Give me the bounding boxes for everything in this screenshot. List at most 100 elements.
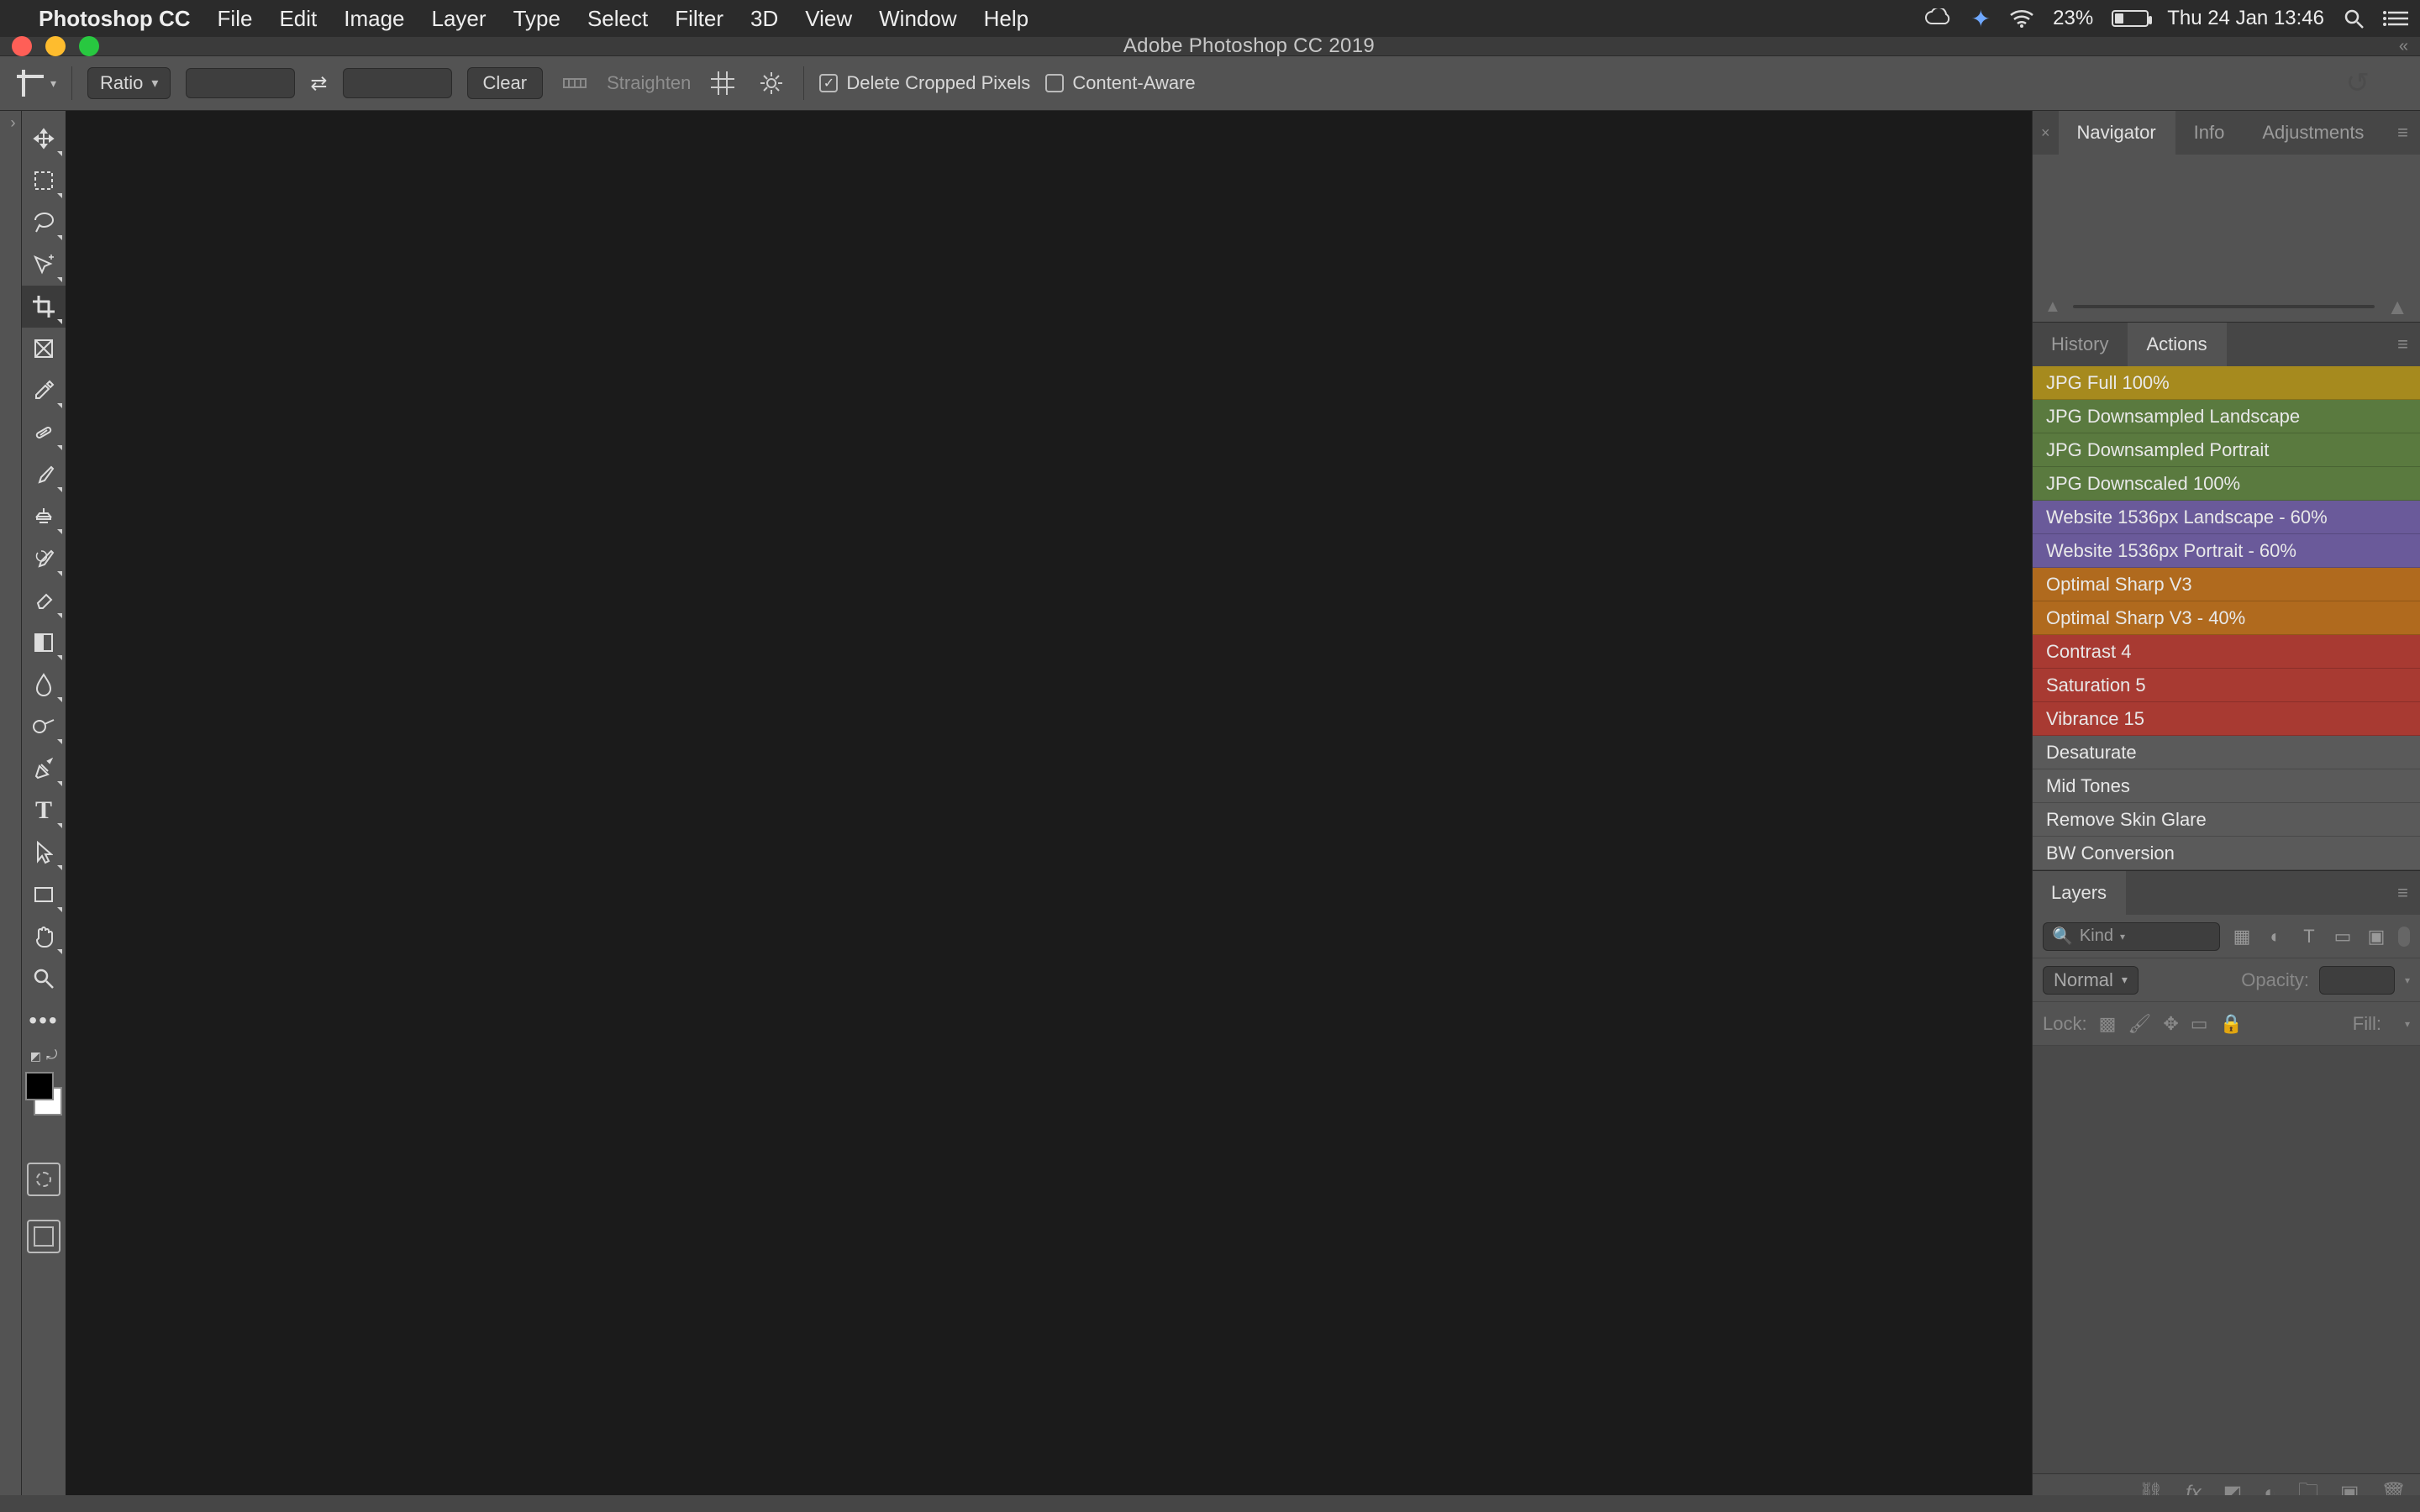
- aspect-ratio-dropdown[interactable]: Ratio ▾: [87, 67, 171, 99]
- layers-list-area[interactable]: [2033, 1046, 2420, 1473]
- action-item[interactable]: Contrast 4: [2033, 635, 2420, 669]
- hand-tool[interactable]: [22, 916, 66, 958]
- filter-type-icon[interactable]: T: [2297, 926, 2321, 948]
- action-item[interactable]: Optimal Sharp V3 - 40%: [2033, 601, 2420, 635]
- opacity-input[interactable]: [2319, 966, 2395, 995]
- navigator-preview[interactable]: [2033, 155, 2420, 291]
- action-item[interactable]: BW Conversion: [2033, 837, 2420, 870]
- type-tool[interactable]: T: [22, 790, 66, 832]
- action-item[interactable]: JPG Downsampled Portrait: [2033, 433, 2420, 467]
- filter-smart-icon[interactable]: ▣: [2365, 926, 2388, 948]
- menu-window[interactable]: Window: [879, 6, 956, 32]
- menu-file[interactable]: File: [218, 6, 253, 32]
- dodge-tool[interactable]: [22, 706, 66, 748]
- action-item[interactable]: Vibrance 15: [2033, 702, 2420, 736]
- quick-select-tool[interactable]: [22, 244, 66, 286]
- tab-info[interactable]: Info: [2175, 111, 2244, 155]
- butterfly-icon[interactable]: ✦: [1971, 5, 1991, 33]
- action-item[interactable]: JPG Full 100%: [2033, 366, 2420, 400]
- panel-close-icon[interactable]: ×: [2033, 111, 2059, 155]
- brush-tool[interactable]: [22, 454, 66, 496]
- collapse-panels-icon[interactable]: «: [2399, 37, 2408, 56]
- filter-toggle-icon[interactable]: [2398, 927, 2410, 947]
- filter-pixel-icon[interactable]: ▦: [2230, 926, 2254, 948]
- menu-type[interactable]: Type: [513, 6, 560, 32]
- swap-colors-icon[interactable]: ⤾: [46, 1048, 57, 1063]
- actions-list[interactable]: JPG Full 100%JPG Downsampled LandscapeJP…: [2033, 366, 2420, 871]
- action-item[interactable]: Website 1536px Portrait - 60%: [2033, 534, 2420, 568]
- menu-select[interactable]: Select: [587, 6, 648, 32]
- tab-actions[interactable]: Actions: [2128, 323, 2226, 366]
- action-item[interactable]: Mid Tones: [2033, 769, 2420, 803]
- menubar-datetime[interactable]: Thu 24 Jan 13:46: [2167, 7, 2324, 30]
- action-item[interactable]: Website 1536px Landscape - 60%: [2033, 501, 2420, 534]
- spotlight-icon[interactable]: [2343, 8, 2365, 29]
- zoom-slider[interactable]: [2073, 305, 2375, 308]
- gradient-tool[interactable]: [22, 622, 66, 664]
- panel-menu-icon[interactable]: ≡: [2386, 323, 2420, 366]
- lock-artboard-icon[interactable]: ▭: [2191, 1013, 2208, 1035]
- window-zoom-button[interactable]: [79, 36, 99, 56]
- rectangle-tool[interactable]: [22, 874, 66, 916]
- delete-cropped-checkbox[interactable]: Delete Cropped Pixels: [819, 72, 1030, 94]
- cc-sync-icon[interactable]: [1924, 8, 1953, 29]
- filter-shape-icon[interactable]: ▭: [2331, 926, 2354, 948]
- menu-view[interactable]: View: [805, 6, 852, 32]
- panel-menu-icon[interactable]: ≡: [2386, 871, 2420, 915]
- crop-overlay-icon[interactable]: [706, 66, 739, 100]
- clear-button[interactable]: Clear: [467, 67, 544, 99]
- menu-3d[interactable]: 3D: [750, 6, 778, 32]
- pen-tool[interactable]: [22, 748, 66, 790]
- action-item[interactable]: JPG Downscaled 100%: [2033, 467, 2420, 501]
- menu-filter[interactable]: Filter: [675, 6, 723, 32]
- swap-dimensions-icon[interactable]: ⇄: [310, 71, 327, 96]
- action-item[interactable]: Optimal Sharp V3: [2033, 568, 2420, 601]
- crop-width-input[interactable]: [186, 68, 295, 98]
- lock-all-icon[interactable]: 🔒: [2220, 1013, 2243, 1035]
- move-tool[interactable]: [22, 118, 66, 160]
- clone-stamp-tool[interactable]: [22, 496, 66, 538]
- lasso-tool[interactable]: [22, 202, 66, 244]
- action-item[interactable]: Saturation 5: [2033, 669, 2420, 702]
- edit-toolbar-button[interactable]: •••: [22, 1000, 66, 1042]
- color-swatches[interactable]: [24, 1070, 64, 1117]
- path-select-tool[interactable]: [22, 832, 66, 874]
- straighten-icon[interactable]: [558, 66, 592, 100]
- canvas-area[interactable]: [66, 111, 2032, 1512]
- menu-image[interactable]: Image: [344, 6, 404, 32]
- blend-mode-dropdown[interactable]: Normal ▾: [2043, 966, 2139, 995]
- tab-adjustments[interactable]: Adjustments: [2244, 111, 2383, 155]
- quick-mask-mode-button[interactable]: [27, 1163, 60, 1196]
- menu-list-icon[interactable]: [2383, 9, 2408, 28]
- tool-preset-picker[interactable]: ▾: [17, 70, 56, 97]
- healing-brush-tool[interactable]: [22, 412, 66, 454]
- tab-history[interactable]: History: [2033, 323, 2128, 366]
- screen-mode-button[interactable]: [27, 1220, 60, 1253]
- crop-tool[interactable]: [22, 286, 66, 328]
- tab-layers[interactable]: Layers: [2033, 871, 2126, 915]
- eyedropper-tool[interactable]: [22, 370, 66, 412]
- menu-edit[interactable]: Edit: [279, 6, 317, 32]
- reset-crop-icon[interactable]: ↺: [2346, 66, 2370, 100]
- eraser-tool[interactable]: [22, 580, 66, 622]
- crop-height-input[interactable]: [343, 68, 452, 98]
- toolbar-expand-handle[interactable]: ››: [0, 111, 22, 1512]
- zoom-out-mountain-icon[interactable]: ▲: [2044, 297, 2061, 317]
- foreground-color-swatch[interactable]: [25, 1072, 54, 1100]
- blur-tool[interactable]: [22, 664, 66, 706]
- action-item[interactable]: Desaturate: [2033, 736, 2420, 769]
- menu-help[interactable]: Help: [984, 6, 1028, 32]
- lock-pixels-icon[interactable]: 🖌: [2128, 1013, 2151, 1035]
- window-minimize-button[interactable]: [45, 36, 66, 56]
- content-aware-checkbox[interactable]: Content-Aware: [1045, 72, 1195, 94]
- history-brush-tool[interactable]: [22, 538, 66, 580]
- window-close-button[interactable]: [12, 36, 32, 56]
- action-item[interactable]: JPG Downsampled Landscape: [2033, 400, 2420, 433]
- zoom-tool[interactable]: [22, 958, 66, 1000]
- lock-transparent-icon[interactable]: ▩: [2099, 1013, 2117, 1035]
- layer-filter-kind-dropdown[interactable]: 🔍 Kind ▾: [2043, 922, 2220, 951]
- filter-adjust-icon[interactable]: ◐: [2264, 926, 2287, 948]
- crop-options-gear-icon[interactable]: [755, 66, 788, 100]
- app-name[interactable]: Photoshop CC: [39, 6, 191, 32]
- tab-navigator[interactable]: Navigator: [2059, 111, 2175, 155]
